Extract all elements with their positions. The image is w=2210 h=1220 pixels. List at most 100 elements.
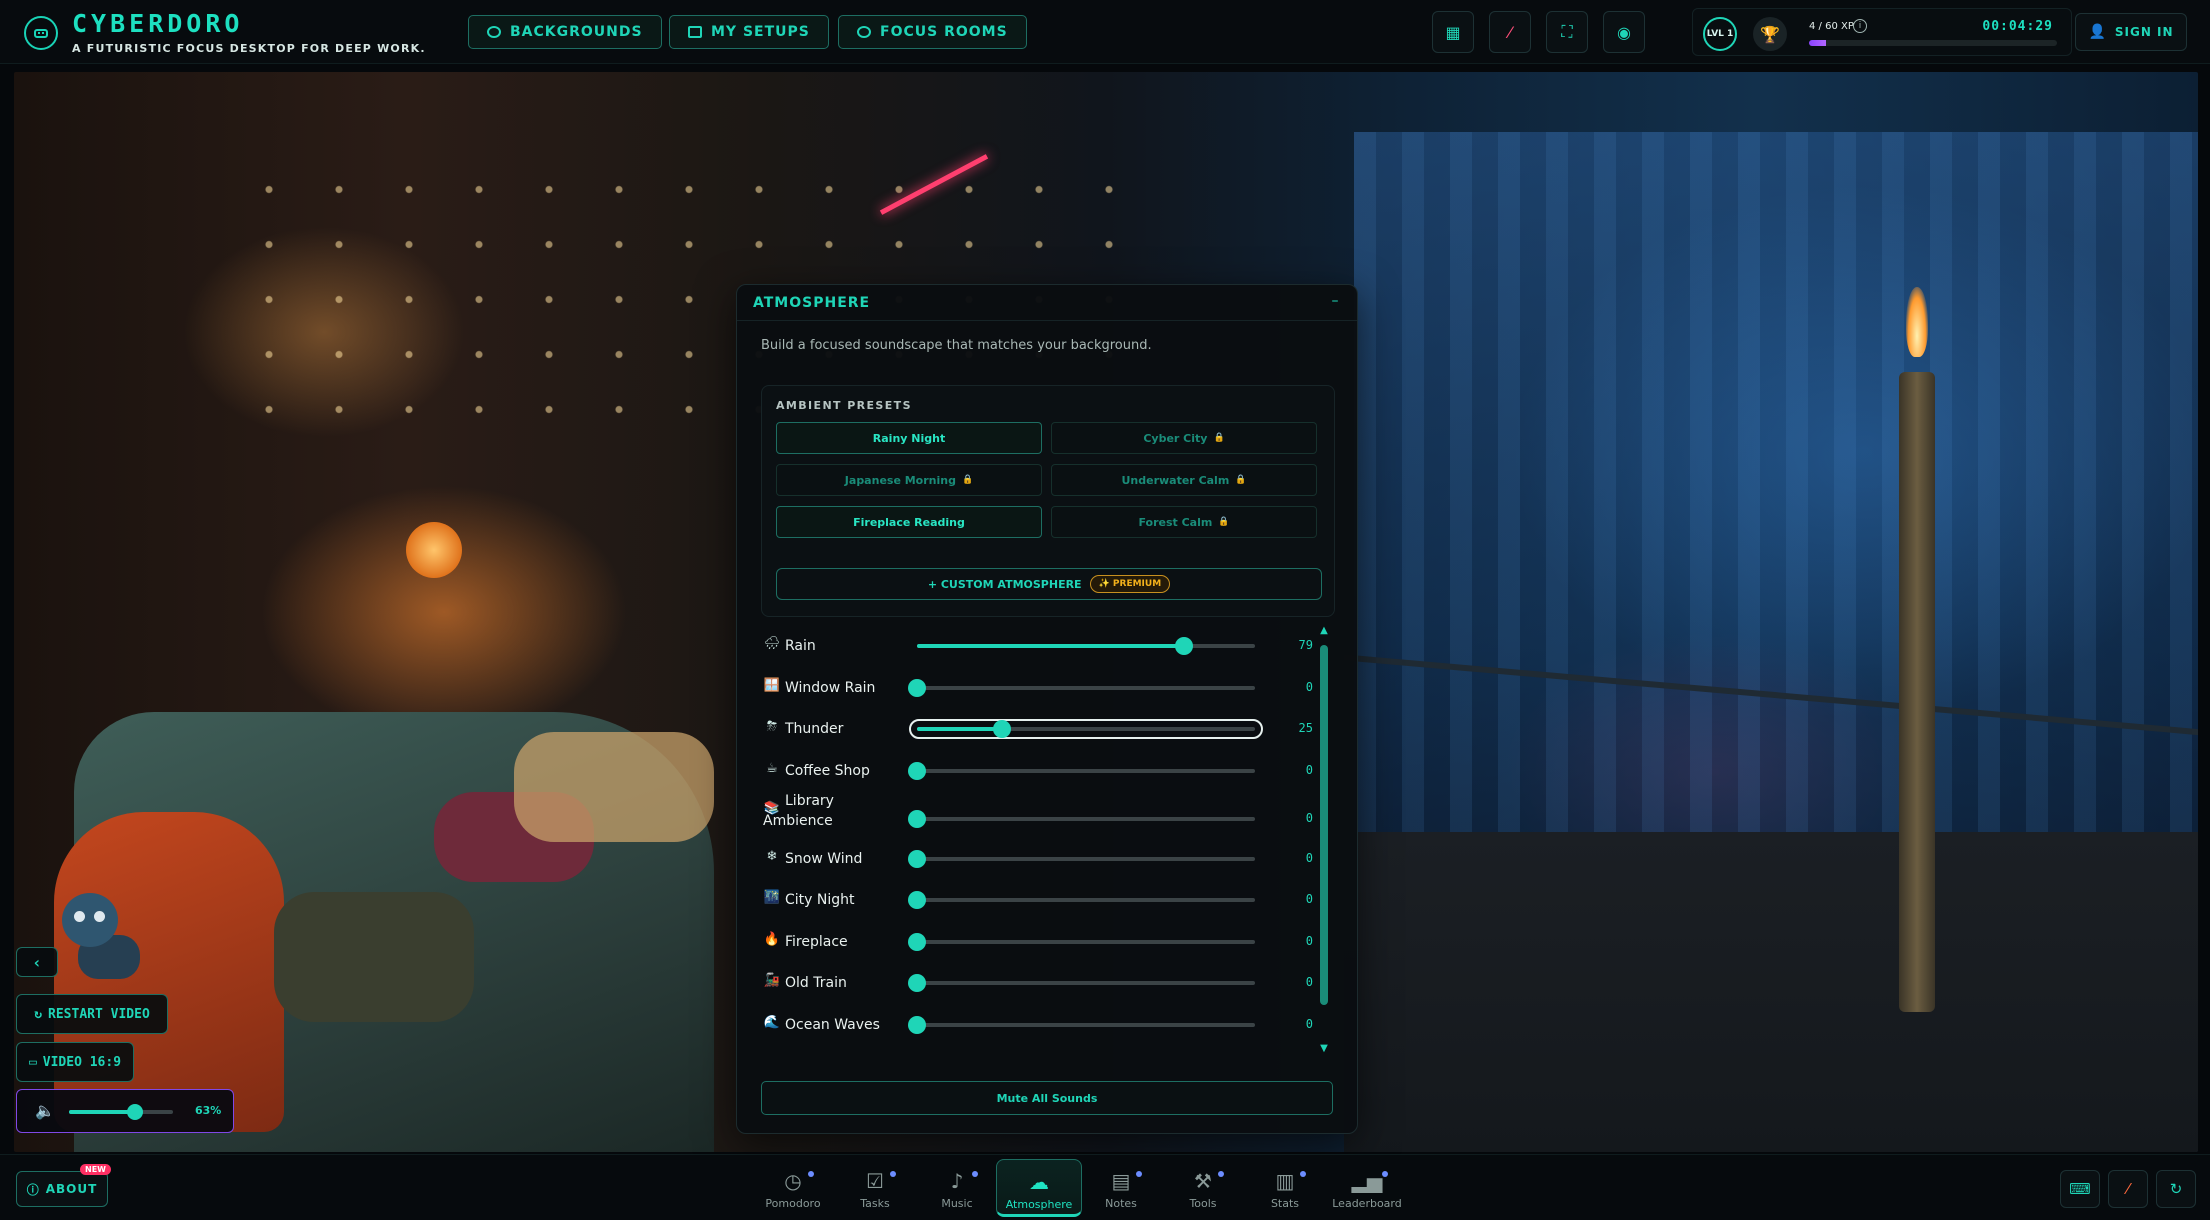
music-icon: ♪ bbox=[950, 1169, 964, 1193]
reset-button[interactable]: ↻ bbox=[2156, 1170, 2196, 1208]
dock-item-notes[interactable]: ▤ Notes bbox=[1078, 1159, 1164, 1217]
sound-slider[interactable] bbox=[908, 974, 1255, 992]
sound-slider[interactable] bbox=[908, 850, 1255, 868]
slider-knob[interactable] bbox=[908, 850, 926, 868]
panel-description: Build a focused soundscape that matches … bbox=[761, 338, 1152, 353]
minimize-icon[interactable]: – bbox=[1327, 293, 1343, 309]
volume-slider[interactable] bbox=[69, 1104, 173, 1120]
sound-value: 25 bbox=[1298, 721, 1313, 735]
dock-item-pomodoro[interactable]: ◷ Pomodoro bbox=[750, 1159, 836, 1217]
xp-progress-panel: LVL 1 🏆 4 / 60 XP i 00:04:29 bbox=[1692, 8, 2072, 56]
collapse-sidebar-button[interactable]: ‹ bbox=[16, 947, 58, 977]
sound-slider[interactable] bbox=[908, 891, 1255, 909]
focus-rooms-button[interactable]: FOCUS ROOMS bbox=[838, 15, 1027, 49]
my-setups-button[interactable]: MY SETUPS bbox=[669, 15, 829, 49]
sound-icon: ❄ bbox=[766, 849, 778, 864]
hide-ui-button[interactable]: ◉ bbox=[1603, 11, 1645, 53]
mute-all-button[interactable]: Mute All Sounds bbox=[761, 1081, 1333, 1115]
dock-item-tasks[interactable]: ☑ Tasks bbox=[832, 1159, 918, 1217]
scroll-thumb[interactable] bbox=[1320, 645, 1328, 1005]
slider-knob[interactable] bbox=[908, 1016, 926, 1034]
info-icon[interactable]: i bbox=[1853, 19, 1867, 33]
sound-slider[interactable] bbox=[908, 762, 1255, 780]
lock-icon: 🔒 bbox=[1213, 433, 1225, 443]
calculator-button[interactable]: ▦ bbox=[1432, 11, 1474, 53]
sign-in-button[interactable]: 👤 SIGN IN bbox=[2075, 13, 2187, 51]
scroll-up-icon[interactable]: ▲ bbox=[1317, 625, 1331, 637]
sound-slider[interactable] bbox=[909, 719, 1263, 739]
sound-name: Coffee Shop bbox=[785, 763, 870, 779]
preset-button[interactable]: Fireplace Reading bbox=[776, 506, 1042, 538]
theme-brush-button[interactable]: ⁄ bbox=[2108, 1170, 2148, 1208]
panel-title: ATMOSPHERE bbox=[753, 295, 871, 311]
clock-icon: ◷ bbox=[784, 1169, 802, 1193]
panel-header: ATMOSPHERE – bbox=[737, 285, 1357, 321]
sound-slider[interactable] bbox=[908, 1016, 1255, 1034]
screen-icon: ▭ bbox=[28, 1054, 37, 1070]
slider-fill bbox=[917, 727, 1002, 731]
preset-button[interactable]: Cyber City 🔒 bbox=[1051, 422, 1317, 454]
sound-row: 🐦Forest Birds0 bbox=[761, 1045, 1317, 1055]
dock-item-stats[interactable]: ▥ Stats bbox=[1242, 1159, 1328, 1217]
trophy-icon[interactable]: 🏆 bbox=[1753, 17, 1787, 51]
slider-knob[interactable] bbox=[908, 933, 926, 951]
preset-button[interactable]: Forest Calm 🔒 bbox=[1051, 506, 1317, 538]
keyboard-button[interactable]: ⌨ bbox=[2060, 1170, 2100, 1208]
speaker-icon[interactable]: 🔈 bbox=[35, 1101, 55, 1120]
slider-knob[interactable] bbox=[908, 810, 926, 828]
dock-item-music[interactable]: ♪ Music bbox=[914, 1159, 1000, 1217]
dock-label: Leaderboard bbox=[1332, 1197, 1402, 1210]
preset-button[interactable]: Rainy Night bbox=[776, 422, 1042, 454]
dock-label: Pomodoro bbox=[765, 1197, 821, 1210]
stats-icon: ▥ bbox=[1275, 1169, 1295, 1193]
video-ratio-button[interactable]: ▭ VIDEO 16:9 bbox=[16, 1042, 134, 1082]
brush-icon: ⁄ bbox=[2126, 1180, 2130, 1198]
lock-icon: 🔒 bbox=[1235, 475, 1247, 485]
blanket bbox=[514, 732, 714, 842]
dock-item-atmosphere[interactable]: ☁ Atmosphere bbox=[996, 1159, 1082, 1217]
mixer-scrollbar[interactable]: ▲ ▼ bbox=[1317, 625, 1331, 1055]
xp-progress-bar bbox=[1809, 40, 2057, 46]
preset-button[interactable]: Underwater Calm 🔒 bbox=[1051, 464, 1317, 496]
notification-dot bbox=[890, 1171, 896, 1177]
preset-button[interactable]: Japanese Morning 🔒 bbox=[776, 464, 1042, 496]
sound-row: ❄ Snow Wind 0 bbox=[761, 838, 1317, 878]
dock-item-leaderboard[interactable]: ▂▅ Leaderboard bbox=[1324, 1159, 1410, 1217]
tasks-icon: ☑ bbox=[866, 1169, 884, 1193]
backgrounds-button[interactable]: BACKGROUNDS bbox=[468, 15, 662, 49]
slider-knob[interactable] bbox=[908, 974, 926, 992]
sound-name: Rain bbox=[785, 638, 816, 654]
brush-icon: ⁄ bbox=[1508, 22, 1512, 42]
slider-knob[interactable] bbox=[992, 720, 1011, 738]
preset-label: Rainy Night bbox=[872, 431, 946, 445]
mascot-plush bbox=[52, 893, 142, 983]
dock-label: Music bbox=[941, 1197, 973, 1210]
slider-knob[interactable] bbox=[1175, 637, 1194, 655]
dock-label: Tasks bbox=[860, 1197, 890, 1210]
level-badge: LVL 1 bbox=[1703, 17, 1737, 51]
scroll-down-icon[interactable]: ▼ bbox=[1317, 1043, 1331, 1055]
about-button[interactable]: ⓘ ABOUT bbox=[16, 1171, 108, 1207]
sound-icon: ☕ bbox=[766, 761, 778, 776]
sound-value: 0 bbox=[1305, 975, 1313, 989]
custom-atmosphere-button[interactable]: + CUSTOM ATMOSPHERE ✨ PREMIUM bbox=[776, 568, 1322, 600]
brush-button[interactable]: ⁄ bbox=[1489, 11, 1531, 53]
sound-slider[interactable] bbox=[917, 637, 1255, 655]
torch-flame bbox=[1906, 287, 1928, 357]
sound-slider[interactable] bbox=[908, 810, 1255, 828]
restart-video-button[interactable]: ↻ RESTART VIDEO bbox=[16, 994, 168, 1034]
dock-item-tools[interactable]: ⚒ Tools bbox=[1160, 1159, 1246, 1217]
fullscreen-button[interactable]: ⛶ bbox=[1546, 11, 1588, 53]
dock-label: Notes bbox=[1105, 1197, 1137, 1210]
sound-slider[interactable] bbox=[908, 933, 1255, 951]
slider-knob[interactable] bbox=[908, 762, 926, 780]
eye-off-icon: ◉ bbox=[1617, 22, 1631, 42]
cloud-icon: ☁ bbox=[1029, 1170, 1049, 1194]
sound-slider[interactable] bbox=[908, 679, 1255, 697]
slider-knob[interactable] bbox=[908, 891, 926, 909]
folder-icon bbox=[688, 26, 702, 38]
volume-knob[interactable] bbox=[126, 1104, 143, 1120]
slider-knob[interactable] bbox=[908, 679, 926, 697]
sound-value: 0 bbox=[1305, 934, 1313, 948]
sound-row: 🌧 Rain 79 bbox=[761, 625, 1317, 665]
